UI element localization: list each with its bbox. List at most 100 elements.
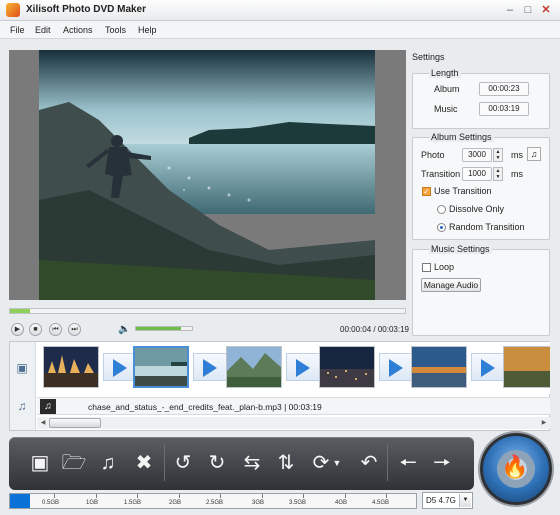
album-length-value: 00:00:23: [479, 82, 529, 96]
dissolve-only-radio[interactable]: [437, 205, 446, 214]
close-button[interactable]: ✕: [538, 2, 554, 18]
burn-button[interactable]: 🔥: [480, 433, 552, 505]
maximize-button[interactable]: □: [520, 2, 536, 18]
rotate-right-icon[interactable]: ↻: [203, 449, 231, 477]
music-settings-group: Music Settings Loop Manage Audio: [412, 244, 550, 336]
minimize-button[interactable]: –: [502, 2, 518, 18]
menu-help[interactable]: Help: [138, 25, 157, 35]
random-transition-label: Random Transition: [449, 222, 525, 232]
transition-arrow[interactable]: [379, 353, 413, 381]
photo-thumbnail[interactable]: [319, 346, 375, 388]
disc-type-select[interactable]: D5 4.7G ▼: [422, 492, 473, 509]
loop-checkbox[interactable]: [422, 263, 431, 272]
seek-bar[interactable]: [9, 308, 406, 314]
window-title: Xilisoft Photo DVD Maker: [26, 4, 147, 15]
music-track-label: chase_and_status_-_end_credits_feat._pla…: [88, 402, 322, 412]
rotate-left-icon[interactable]: ↺: [169, 449, 197, 477]
disc-type-value: D5 4.7G: [426, 496, 456, 505]
transition-arrow[interactable]: [286, 353, 320, 381]
scroll-left-arrow[interactable]: ◀: [38, 418, 48, 428]
transition-duration-input[interactable]: 1000: [462, 167, 492, 181]
music-track-row[interactable]: ♫ chase_and_status_-_end_credits_feat._p…: [37, 397, 550, 415]
capacity-tick: 3GB: [252, 500, 265, 506]
preview-photo: [39, 50, 375, 300]
random-transition-radio[interactable]: [437, 223, 446, 232]
storyboard-scrollbar[interactable]: ◀ ▶: [37, 417, 550, 429]
toolbar-divider: [387, 445, 388, 481]
flame-icon: 🔥: [501, 454, 529, 479]
add-music-icon[interactable]: ♫: [94, 449, 122, 477]
capacity-tick: 0.5GB: [42, 500, 60, 506]
menu-actions[interactable]: Actions: [63, 25, 93, 35]
flip-horizontal-icon[interactable]: ⇆: [238, 449, 266, 477]
main-toolbar: ▣ 🗁 ♫ ✖ ↺ ↻ ⇆ ⇅ ⟳ ▼ ↶ 🠔 🠖: [9, 437, 474, 490]
scroll-thumb[interactable]: [49, 418, 101, 428]
chevron-down-icon[interactable]: ▼: [459, 494, 471, 507]
storyboard-sidebar: ▣ ♫: [10, 342, 36, 430]
capacity-tick-mark: [137, 494, 138, 498]
photo-track-icon[interactable]: ▣: [14, 360, 30, 376]
capacity-tick: 3.5GB: [289, 500, 307, 506]
settings-panel: Settings Length Album 00:00:23 Music 00:…: [411, 47, 556, 336]
menu-tools[interactable]: Tools: [105, 25, 126, 35]
transition-arrow[interactable]: [103, 353, 137, 381]
menu-bar: File Edit Actions Tools Help: [0, 21, 560, 39]
menu-edit[interactable]: Edit: [35, 25, 51, 35]
capacity-tick-mark: [54, 494, 55, 498]
move-left-icon[interactable]: 🠔: [394, 449, 422, 477]
undo-icon[interactable]: ↶: [355, 449, 383, 477]
stop-button[interactable]: ■: [29, 323, 42, 336]
volume-icon[interactable]: 🔈: [118, 324, 130, 335]
add-photo-icon[interactable]: ▣: [26, 449, 54, 477]
volume-slider[interactable]: [135, 326, 193, 331]
volume-level: [136, 327, 181, 330]
toolbar-divider: [164, 445, 165, 481]
scroll-right-arrow[interactable]: ▶: [539, 418, 549, 428]
total-time: 00:03:19: [377, 325, 409, 334]
music-note-icon[interactable]: ♫: [527, 147, 541, 161]
time-readout: 00:00:04 / 00:03:19: [340, 325, 409, 334]
preview-panel: [9, 50, 406, 300]
transition-duration-stepper[interactable]: ▲ ▼: [493, 167, 503, 181]
photo-duration-stepper[interactable]: ▲ ▼: [493, 148, 503, 162]
photo-thumbnail[interactable]: [503, 346, 550, 388]
music-length-label: Music: [434, 104, 458, 114]
app-logo-icon: [6, 3, 20, 17]
photo-duration-unit: ms: [511, 150, 523, 160]
music-track-icon[interactable]: ♫: [14, 398, 30, 414]
album-length-label: Album: [434, 84, 460, 94]
dissolve-only-label: Dissolve Only: [449, 204, 505, 214]
capacity-tick-mark: [179, 494, 180, 498]
transition-duration-label: Transition: [421, 169, 461, 179]
use-transition-label: Use Transition: [434, 186, 492, 196]
move-right-icon[interactable]: 🠖: [428, 449, 456, 477]
manage-audio-button[interactable]: Manage Audio: [421, 278, 481, 292]
add-folder-icon[interactable]: 🗁: [60, 449, 88, 477]
previous-button[interactable]: ⏮: [49, 323, 62, 336]
time-separator: /: [373, 325, 376, 334]
next-button[interactable]: ⏭: [68, 323, 81, 336]
photo-thumbnail[interactable]: [411, 346, 467, 388]
capacity-tick-mark: [96, 494, 97, 498]
photo-duration-input[interactable]: 3000: [462, 148, 492, 162]
settings-title: Settings: [412, 52, 445, 62]
music-length-value: 00:03:19: [479, 102, 529, 116]
photo-thumbnail-selected[interactable]: [133, 346, 189, 388]
music-file-icon: ♫: [40, 399, 56, 414]
photo-thumbnail[interactable]: [226, 346, 282, 388]
flip-vertical-icon[interactable]: ⇅: [272, 449, 300, 477]
transition-arrow[interactable]: [193, 353, 227, 381]
capacity-tick: 1GB: [86, 500, 99, 506]
delete-icon[interactable]: ✖: [130, 449, 158, 477]
seek-progress: [10, 309, 30, 313]
storyboard: ▣ ♫ ♫ chase_and_status_-_end_credits_fea…: [9, 341, 550, 431]
loop-label: Loop: [434, 262, 455, 272]
photo-thumbnail[interactable]: [43, 346, 99, 388]
play-button[interactable]: ▶: [11, 323, 24, 336]
chevron-down-icon[interactable]: ▼: [332, 449, 342, 477]
disc-capacity-bar: 0.5GB 1GB 1.5GB 2GB 2.5GB 3GB 3.5GB 4GB …: [9, 493, 417, 509]
use-transition-checkbox[interactable]: ✓: [422, 187, 431, 196]
transition-effect-icon[interactable]: ⟳: [307, 449, 335, 477]
transition-arrow[interactable]: [471, 353, 505, 381]
menu-file[interactable]: File: [10, 25, 25, 35]
